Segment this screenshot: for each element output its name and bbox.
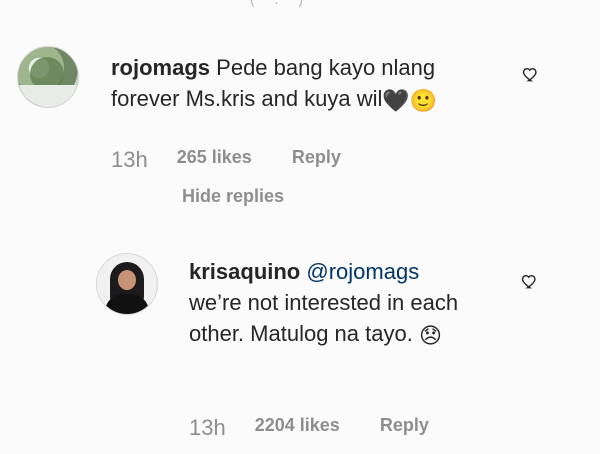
comment-username[interactable]: rojomags — [111, 55, 210, 80]
hide-replies-button[interactable]: Hide replies — [182, 186, 284, 207]
reply-button[interactable]: Reply — [292, 147, 341, 168]
comment-emoji: 🖤🙂 — [382, 88, 438, 113]
comment-text: krisaquino @rojomags we’re not intereste… — [189, 256, 479, 351]
top-sliver: ( . ) — [250, 0, 350, 6]
reply-button[interactable]: Reply — [380, 415, 429, 436]
comment-meta: 13h 2204 likes Reply — [189, 415, 429, 441]
avatar-image-detail — [118, 270, 136, 290]
comment-meta: 13h 265 likes Reply — [111, 147, 341, 173]
likes-count[interactable]: 265 likes — [177, 147, 252, 168]
avatar-image-detail — [18, 85, 78, 107]
avatar[interactable] — [96, 253, 158, 315]
timestamp: 13h — [189, 415, 226, 440]
timestamp: 13h — [111, 147, 148, 172]
heart-icon[interactable] — [521, 272, 539, 290]
comment-text: rojomags Pede bang kayo nlang forever Ms… — [111, 52, 501, 116]
avatar-image-detail — [105, 294, 149, 314]
mention-link[interactable]: @rojomags — [306, 259, 419, 284]
heart-icon[interactable] — [522, 65, 540, 83]
comment-body: we’re not interested in each other. Matu… — [189, 290, 459, 346]
comment-username[interactable]: krisaquino — [189, 259, 300, 284]
likes-count[interactable]: 2204 likes — [255, 415, 340, 436]
comment-emoji: 😞 — [418, 323, 442, 348]
avatar[interactable] — [17, 46, 79, 108]
